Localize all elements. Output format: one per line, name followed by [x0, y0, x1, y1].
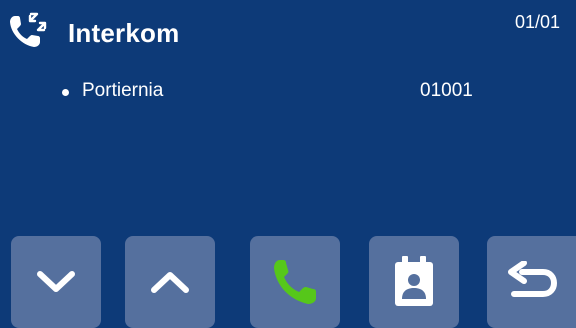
phone-icon	[274, 260, 316, 304]
header: Interkom 01/01	[0, 0, 576, 70]
entry-code: 01001	[420, 80, 473, 101]
contact-card-icon	[395, 256, 433, 306]
entry-name: Portiernia	[82, 80, 164, 101]
back-button[interactable]	[487, 236, 576, 328]
scroll-up-button[interactable]	[125, 236, 215, 328]
bullet	[62, 89, 69, 96]
back-arrow-icon	[507, 261, 557, 297]
chevron-down-icon	[37, 271, 75, 292]
list-item[interactable]: Portiernia 01001	[62, 80, 502, 106]
scroll-down-button[interactable]	[11, 236, 101, 328]
phone-transfer-icon	[10, 12, 47, 47]
phonebook-button[interactable]	[369, 236, 459, 328]
chevron-up-icon	[151, 272, 189, 293]
toolbar	[0, 236, 576, 328]
page-title: Interkom	[68, 18, 180, 48]
call-button[interactable]	[250, 236, 340, 328]
page-indicator: 01/01	[514, 12, 560, 32]
